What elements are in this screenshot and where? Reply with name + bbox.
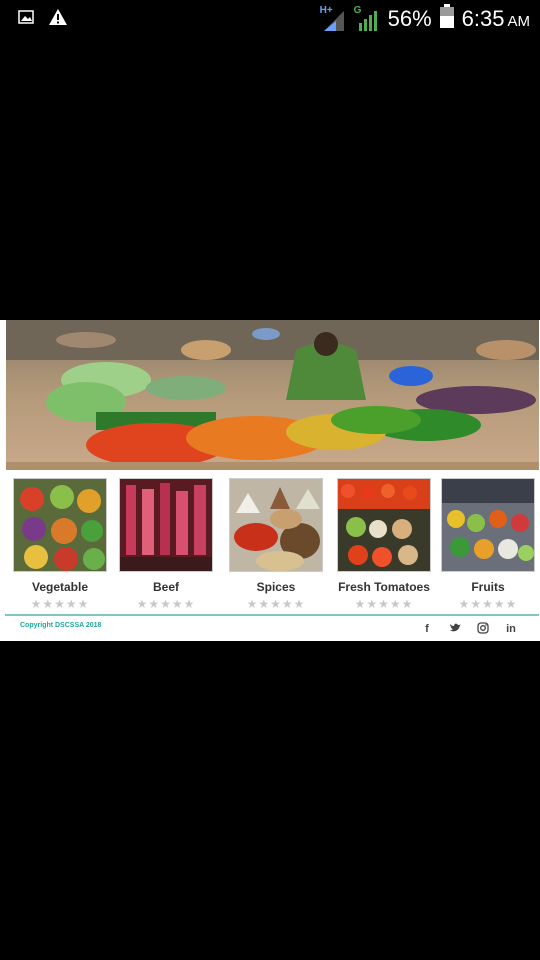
signal-2-icon: G: [354, 5, 380, 33]
web-content: Vegetable ★★★★★ Beef ★★★★★ Spices ★★★★★ …: [0, 320, 540, 641]
clock: 6:35 AM: [462, 6, 530, 32]
beef-image[interactable]: [119, 478, 213, 572]
twitter-icon[interactable]: [448, 622, 462, 636]
product-title[interactable]: Fresh Tomatoes: [337, 580, 431, 594]
product-title[interactable]: Fruits: [441, 580, 535, 594]
clock-ampm: AM: [507, 12, 531, 30]
hero-banner-image[interactable]: [6, 320, 539, 470]
copyright-text: Copyright DSCSSA 2018: [20, 622, 102, 629]
product-card-spices[interactable]: Spices ★★★★★: [229, 478, 323, 611]
product-title[interactable]: Beef: [119, 580, 213, 594]
product-title[interactable]: Vegetable: [13, 580, 107, 594]
clock-time: 6:35: [461, 5, 505, 31]
product-card-fruits[interactable]: Fruits ★★★★★: [441, 478, 535, 611]
warning-icon: [48, 8, 68, 31]
image-notification-icon: [18, 9, 34, 30]
status-right: H+ G 56% 6:35 AM: [320, 4, 530, 33]
instagram-icon[interactable]: [476, 622, 490, 636]
star-rating[interactable]: ★★★★★: [13, 597, 107, 611]
footer: Copyright DSCSSA 2018 f in: [0, 616, 540, 641]
linkedin-icon[interactable]: in: [504, 622, 518, 636]
product-categories: Vegetable ★★★★★ Beef ★★★★★ Spices ★★★★★ …: [0, 478, 540, 611]
star-rating[interactable]: ★★★★★: [337, 597, 431, 611]
product-card-beef[interactable]: Beef ★★★★★: [119, 478, 213, 611]
status-bar: H+ G 56% 6:35 AM: [0, 0, 540, 40]
fresh-tomatoes-image[interactable]: [337, 478, 431, 572]
battery-icon: [439, 4, 454, 33]
product-card-fresh-tomatoes[interactable]: Fresh Tomatoes ★★★★★: [337, 478, 431, 611]
product-card-vegetable[interactable]: Vegetable ★★★★★: [13, 478, 107, 611]
star-rating[interactable]: ★★★★★: [441, 597, 535, 611]
fruits-image[interactable]: [441, 478, 535, 572]
status-left: [18, 8, 68, 31]
signal-1-icon: H+: [320, 5, 346, 33]
star-rating[interactable]: ★★★★★: [119, 597, 213, 611]
facebook-icon[interactable]: f: [420, 622, 434, 636]
spices-image[interactable]: [229, 478, 323, 572]
battery-percent: 56%: [387, 5, 432, 31]
social-links: f in: [420, 622, 518, 636]
vegetable-image[interactable]: [13, 478, 107, 572]
star-rating[interactable]: ★★★★★: [229, 597, 323, 611]
product-title[interactable]: Spices: [229, 580, 323, 594]
